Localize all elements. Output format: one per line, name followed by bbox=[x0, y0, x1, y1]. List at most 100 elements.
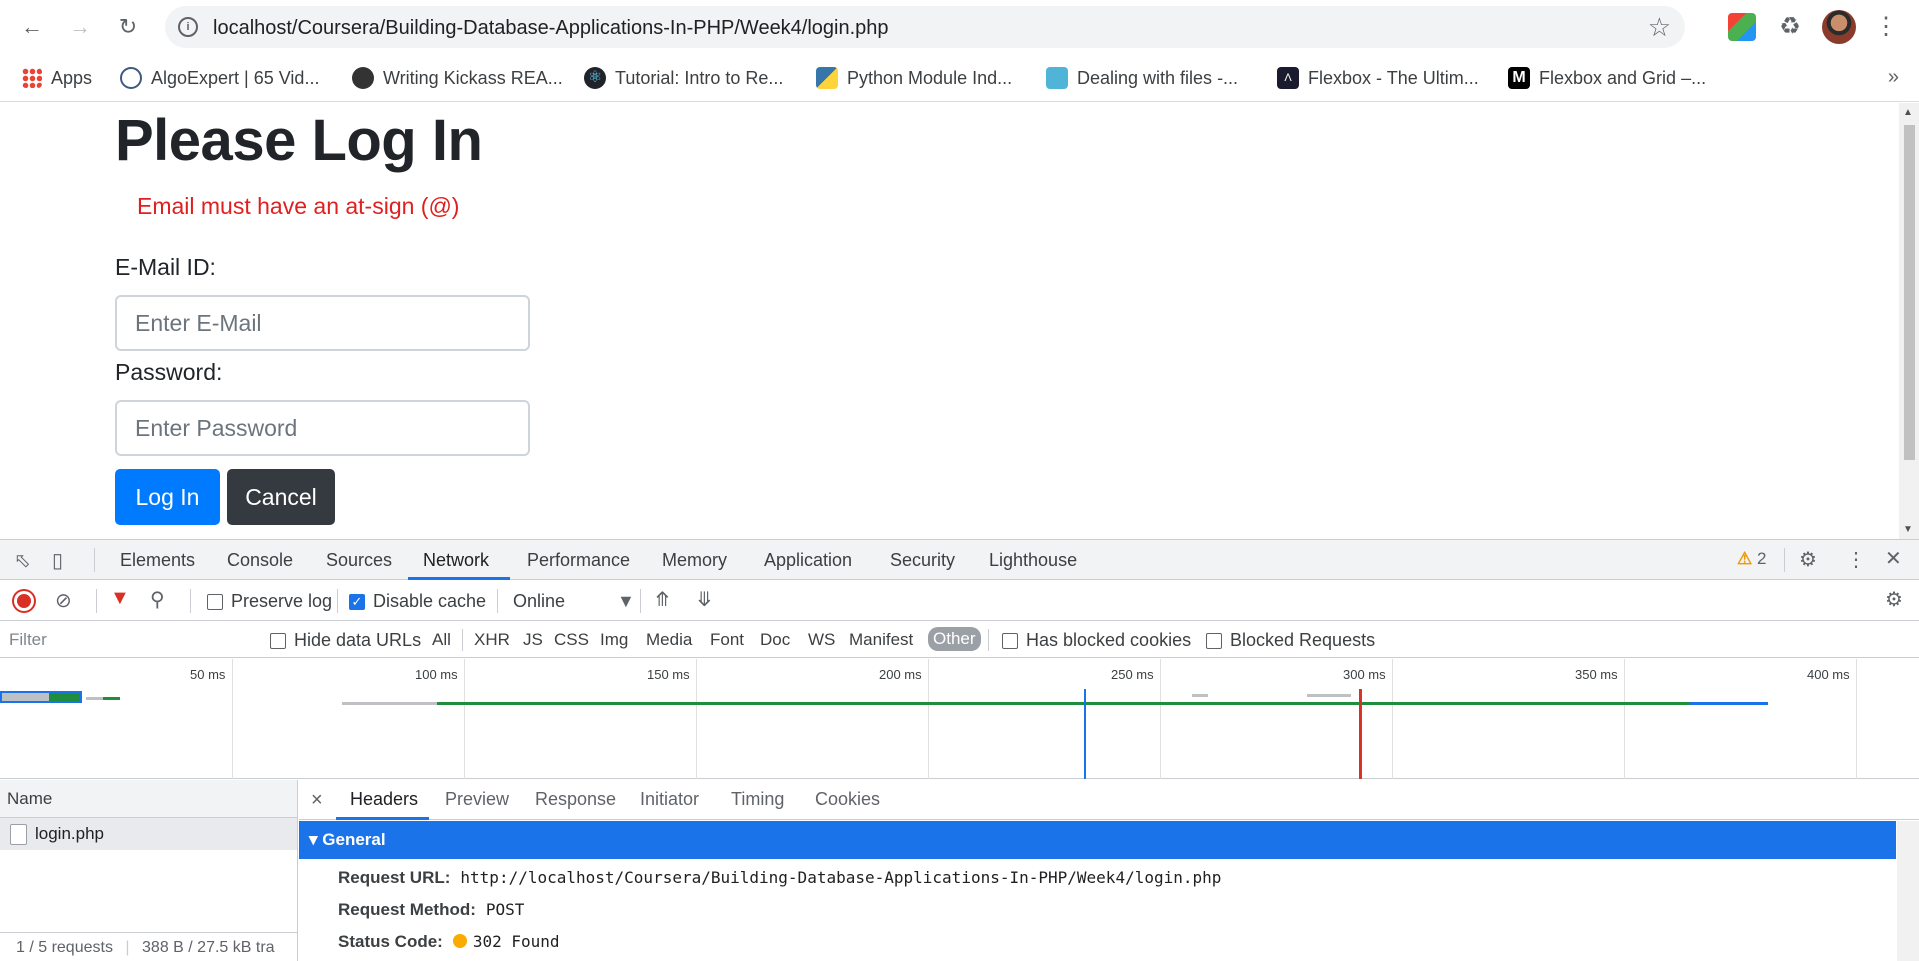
page-viewport: Please Log In Email must have an at-sign… bbox=[0, 103, 1919, 539]
back-arrow-icon[interactable]: ← bbox=[16, 11, 48, 43]
address-bar[interactable]: i localhost/Coursera/Building-Database-A… bbox=[165, 6, 1685, 48]
request-method-label: Request Method: bbox=[338, 900, 476, 919]
site-info-icon[interactable]: i bbox=[178, 17, 198, 37]
network-overview-timeline[interactable]: 50 ms 100 ms 150 ms 200 ms 250 ms 300 ms… bbox=[0, 659, 1919, 779]
bookmark-flexbox-grid[interactable]: M Flexbox and Grid –... bbox=[1508, 65, 1706, 91]
extensions-puzzle-icon[interactable]: ♻ bbox=[1776, 13, 1804, 41]
status-code-row: Status Code: 302 Found bbox=[338, 932, 560, 952]
browser-menu-icon[interactable]: ⋮ bbox=[1874, 12, 1898, 41]
tab-security[interactable]: Security bbox=[890, 550, 955, 571]
preserve-log-label: Preserve log bbox=[231, 591, 333, 611]
filter-type-img[interactable]: Img bbox=[600, 630, 628, 650]
password-input[interactable]: Enter Password bbox=[115, 400, 530, 456]
react-icon: ⚛ bbox=[584, 67, 606, 89]
tab-application[interactable]: Application bbox=[764, 550, 852, 571]
scroll-down-icon[interactable]: ▼ bbox=[1903, 524, 1913, 535]
cancel-button[interactable]: Cancel bbox=[227, 469, 335, 525]
forward-arrow-icon[interactable]: → bbox=[64, 11, 96, 43]
filter-type-js[interactable]: JS bbox=[523, 630, 543, 650]
hide-data-urls-toggle[interactable]: Hide data URLs bbox=[270, 630, 421, 651]
disable-cache-toggle[interactable]: ✓ Disable cache bbox=[349, 591, 486, 612]
filter-type-font[interactable]: Font bbox=[710, 630, 744, 650]
has-blocked-cookies-checkbox[interactable] bbox=[1002, 632, 1018, 649]
bookmark-python[interactable]: Python Module Ind... bbox=[816, 65, 1012, 91]
network-toolbar: ⊘ ▼ ⚲ Preserve log ✓ Disable cache Onlin… bbox=[0, 581, 1919, 621]
timeline-selection-window[interactable] bbox=[0, 691, 82, 703]
more-bookmarks-icon[interactable]: » bbox=[1888, 66, 1899, 89]
record-icon[interactable] bbox=[14, 591, 34, 611]
filter-type-doc[interactable]: Doc bbox=[760, 630, 790, 650]
blocked-requests-toggle[interactable]: Blocked Requests bbox=[1206, 630, 1375, 651]
tab-headers[interactable]: Headers bbox=[350, 789, 418, 810]
filter-type-all[interactable]: All bbox=[432, 630, 451, 650]
hide-data-urls-checkbox[interactable] bbox=[270, 632, 286, 649]
has-blocked-cookies-toggle[interactable]: Has blocked cookies bbox=[1002, 630, 1191, 651]
filter-type-ws[interactable]: WS bbox=[808, 630, 835, 650]
network-settings-gear-icon[interactable]: ⚙ bbox=[1885, 587, 1903, 612]
tab-cookies[interactable]: Cookies bbox=[815, 789, 880, 810]
filter-type-other[interactable]: Other bbox=[928, 627, 981, 651]
bookmark-dealing-with-files[interactable]: Dealing with files -... bbox=[1046, 65, 1238, 91]
filter-type-manifest[interactable]: Manifest bbox=[849, 630, 913, 650]
throttling-select[interactable]: Online ▼ bbox=[513, 591, 635, 612]
reload-icon[interactable]: ↻ bbox=[112, 11, 144, 43]
url-text[interactable]: localhost/Coursera/Building-Database-App… bbox=[213, 17, 889, 40]
bookmark-apps[interactable]: Apps bbox=[22, 65, 92, 91]
page-scrollbar[interactable]: ▲ ▼ bbox=[1899, 103, 1919, 539]
filter-input[interactable]: Filter bbox=[2, 626, 250, 654]
close-detail-icon[interactable]: × bbox=[311, 789, 323, 812]
extension-icon[interactable] bbox=[1728, 13, 1756, 41]
algoexpert-icon bbox=[120, 67, 142, 89]
bookmark-react-tutorial[interactable]: ⚛ Tutorial: Intro to Re... bbox=[584, 65, 783, 91]
bookmarks-bar: Apps AlgoExpert | 65 Vid... Writing Kick… bbox=[0, 54, 1919, 102]
device-toolbar-icon[interactable]: ▯ bbox=[52, 548, 63, 573]
tab-console[interactable]: Console bbox=[227, 550, 293, 571]
clear-icon[interactable]: ⊘ bbox=[55, 588, 72, 613]
preserve-log-checkbox[interactable] bbox=[207, 593, 223, 610]
tab-sources[interactable]: Sources bbox=[326, 550, 392, 571]
tab-lighthouse[interactable]: Lighthouse bbox=[989, 550, 1077, 571]
bookmark-writing-kickass[interactable]: Writing Kickass REA... bbox=[352, 65, 563, 91]
tab-initiator[interactable]: Initiator bbox=[640, 789, 699, 810]
tab-memory[interactable]: Memory bbox=[662, 550, 727, 571]
blocked-requests-checkbox[interactable] bbox=[1206, 632, 1222, 649]
tab-elements[interactable]: Elements bbox=[120, 550, 195, 571]
warnings-counter[interactable]: ⚠ 2 bbox=[1737, 549, 1766, 569]
filter-type-xhr[interactable]: XHR bbox=[474, 630, 510, 650]
scrollbar-thumb[interactable] bbox=[1904, 125, 1915, 460]
filter-type-css[interactable]: CSS bbox=[554, 630, 589, 650]
tab-timing[interactable]: Timing bbox=[731, 789, 784, 810]
divider bbox=[640, 589, 641, 613]
bookmark-flexbox-ultimate[interactable]: Λ Flexbox - The Ultim... bbox=[1277, 65, 1479, 91]
general-section-header[interactable]: ▾ General bbox=[299, 821, 1896, 859]
login-button[interactable]: Log In bbox=[115, 469, 220, 525]
tab-preview[interactable]: Preview bbox=[445, 789, 509, 810]
preserve-log-toggle[interactable]: Preserve log bbox=[207, 591, 332, 612]
filter-funnel-icon[interactable]: ▼ bbox=[110, 587, 130, 610]
filter-type-media[interactable]: Media bbox=[646, 630, 692, 650]
profile-avatar[interactable] bbox=[1822, 10, 1856, 44]
divider bbox=[462, 629, 463, 651]
disable-cache-checkbox[interactable]: ✓ bbox=[349, 593, 365, 610]
inspect-element-icon[interactable]: ⬁ bbox=[14, 548, 31, 573]
tab-network[interactable]: Network bbox=[423, 550, 489, 571]
detail-scrollbar[interactable] bbox=[1897, 821, 1919, 961]
export-har-icon[interactable]: ⤋ bbox=[696, 587, 713, 612]
devtools-menu-icon[interactable]: ⋮ bbox=[1846, 547, 1866, 572]
tab-performance[interactable]: Performance bbox=[527, 550, 630, 571]
warning-icon: ⚠ bbox=[1737, 549, 1753, 568]
close-devtools-icon[interactable]: ✕ bbox=[1885, 546, 1902, 571]
name-column-header[interactable]: Name bbox=[0, 780, 297, 818]
email-input[interactable]: Enter E-Mail bbox=[115, 295, 530, 351]
scroll-up-icon[interactable]: ▲ bbox=[1903, 107, 1913, 118]
tab-response[interactable]: Response bbox=[535, 789, 616, 810]
settings-gear-icon[interactable]: ⚙ bbox=[1799, 547, 1817, 572]
bookmark-algoexpert[interactable]: AlgoExpert | 65 Vid... bbox=[120, 65, 319, 91]
bookmark-label: Flexbox - The Ultim... bbox=[1308, 67, 1479, 88]
network-filter-bar: Filter Hide data URLs All XHR JS CSS Img… bbox=[0, 622, 1919, 658]
page-title: Please Log In bbox=[115, 108, 483, 173]
request-row[interactable]: login.php bbox=[0, 818, 297, 850]
bookmark-star-icon[interactable]: ☆ bbox=[1648, 12, 1671, 43]
search-icon[interactable]: ⚲ bbox=[150, 587, 165, 612]
import-har-icon[interactable]: ⤊ bbox=[654, 587, 671, 612]
